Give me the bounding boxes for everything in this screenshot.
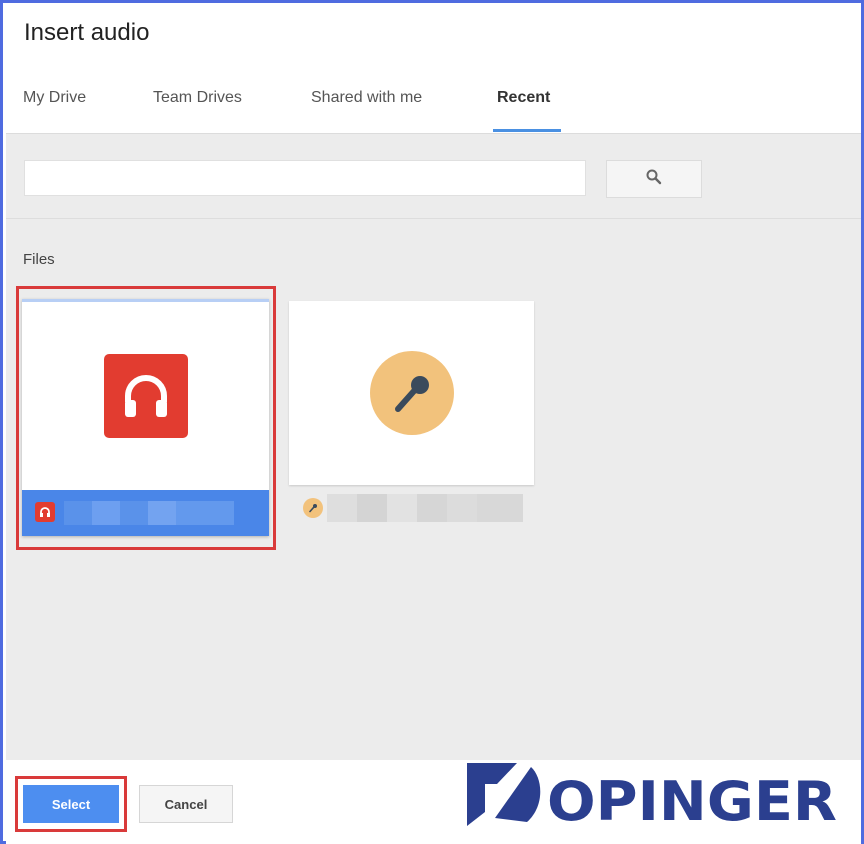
divider	[6, 218, 861, 219]
microphone-small-icon	[303, 498, 323, 518]
cancel-button[interactable]: Cancel	[139, 785, 233, 823]
file-name-redacted	[357, 494, 387, 522]
svg-text:OPINGER: OPINGER	[547, 770, 837, 830]
file-name-redacted	[327, 494, 357, 522]
select-button[interactable]: Select	[23, 785, 119, 823]
tab-my-drive[interactable]: My Drive	[23, 85, 86, 129]
search-icon	[645, 168, 663, 191]
search-input[interactable]	[24, 160, 586, 196]
headphones-small-icon	[35, 502, 55, 522]
active-tab-indicator	[493, 129, 561, 132]
file-card-selected[interactable]	[22, 299, 269, 536]
tab-team-drives[interactable]: Team Drives	[153, 85, 242, 129]
file-card[interactable]	[289, 301, 534, 485]
file-name-redacted	[92, 501, 120, 525]
file-name-redacted	[176, 501, 234, 525]
file-caption	[289, 491, 534, 527]
dopinger-logo: OPINGER	[467, 763, 837, 830]
search-button[interactable]	[606, 160, 702, 198]
file-name-redacted	[64, 501, 92, 525]
file-name-redacted	[447, 494, 477, 522]
tab-bar: My Drive Team Drives Shared with me Rece…	[3, 85, 861, 135]
dialog-frame: Insert audio My Drive Team Drives Shared…	[0, 0, 864, 844]
file-name-redacted	[477, 494, 523, 522]
dialog-title: Insert audio	[24, 19, 150, 46]
files-section-label: Files	[23, 251, 55, 268]
file-name-redacted	[417, 494, 447, 522]
tab-recent[interactable]: Recent	[497, 85, 550, 129]
file-name-redacted	[120, 501, 148, 525]
file-browser: Files	[6, 133, 861, 761]
file-name-redacted	[387, 494, 417, 522]
file-name-bar	[22, 490, 269, 536]
headphones-icon	[103, 354, 188, 438]
tab-shared-with-me[interactable]: Shared with me	[311, 85, 422, 129]
file-thumbnail	[22, 302, 269, 490]
microphone-icon	[369, 351, 454, 435]
file-name-redacted	[148, 501, 176, 525]
